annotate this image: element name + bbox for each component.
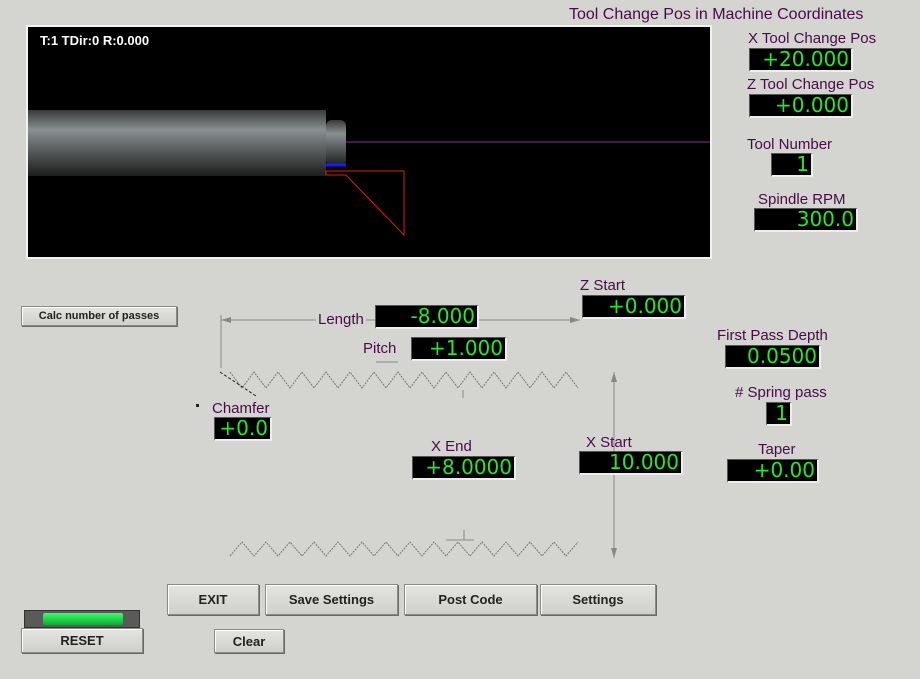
chamfer-label: Chamfer [212,400,270,417]
first-pass-depth-field[interactable]: 0.0500 [725,345,821,369]
z-tool-change-label: Z Tool Change Pos [747,76,875,93]
toolpath-viewport[interactable]: T:1 TDir:0 R:0.000 [26,25,712,259]
pitch-field[interactable]: +1.000 [411,337,507,361]
length-label: Length [316,311,366,328]
taper-label: Taper [758,441,796,458]
upper-thread [229,371,579,389]
calc-passes-button[interactable]: Calc number of passes [21,306,177,326]
viewport-status: T:1 TDir:0 R:0.000 [40,33,150,48]
stock-cylinder [28,110,326,176]
x-tool-change-field[interactable]: +20.000 [749,48,853,72]
clear-button[interactable]: Clear [214,629,284,653]
tool-number-field[interactable]: 1 [771,153,813,177]
toolpath-graphic [28,110,710,237]
spindle-rpm-field[interactable]: 300.0 [754,208,858,232]
x-end-label: X End [431,438,472,455]
save-settings-button[interactable]: Save Settings [265,584,398,615]
pitch-label: Pitch [363,340,397,357]
x-start-field[interactable]: 10.000 [579,451,683,475]
page-title: Tool Change Pos in Machine Coordinates [569,6,864,23]
z-start-label: Z Start [580,277,626,294]
reset-button[interactable]: RESET [21,628,143,653]
exit-button[interactable]: EXIT [167,584,259,615]
spring-pass-label: # Spring pass [735,384,827,401]
z-tool-change-field[interactable]: +0.000 [749,94,853,118]
spring-pass-field[interactable]: 1 [766,402,792,426]
settings-button[interactable]: Settings [540,584,656,615]
lower-thread [229,541,579,557]
first-pass-depth-label: First Pass Depth [717,327,828,344]
tool-number-label: Tool Number [747,136,833,153]
chamfer-field[interactable]: +0.0 [214,417,272,441]
status-led [24,610,140,628]
taper-field[interactable]: +0.00 [727,459,819,483]
x-tool-change-label: X Tool Change Pos [748,30,877,47]
z-start-field[interactable]: +0.000 [582,295,686,319]
post-code-button[interactable]: Post Code [404,584,537,615]
x-end-field[interactable]: +8.0000 [412,456,516,480]
tool-outline [325,170,405,237]
spindle-rpm-label: Spindle RPM [758,191,846,208]
length-field[interactable]: -8.000 [375,305,479,329]
x-start-label: X Start [586,434,632,451]
